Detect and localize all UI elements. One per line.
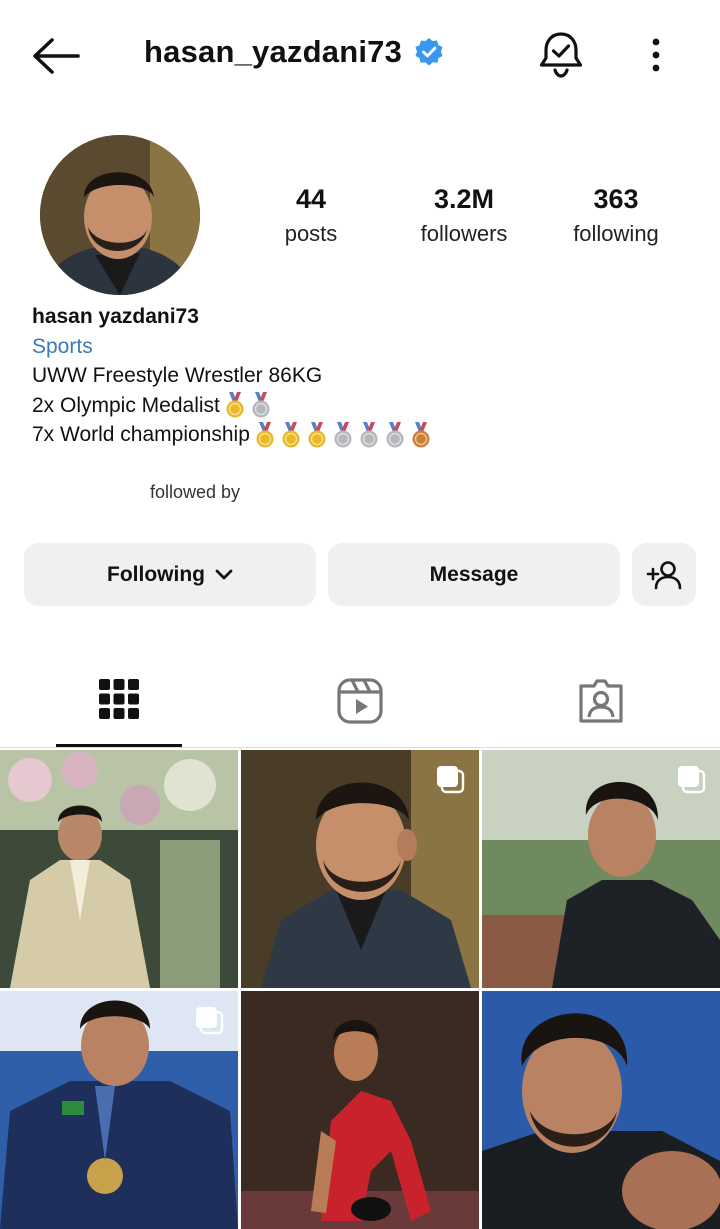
grid-icon[interactable] <box>98 678 140 720</box>
message-button[interactable]: Message <box>328 543 620 606</box>
profile-avatar[interactable] <box>40 135 200 295</box>
message-button-label: Message <box>429 562 519 586</box>
profile-tabs <box>0 660 720 748</box>
bio-line-2-row: 2x Olympic Medalist <box>32 391 434 421</box>
followers-count: 3.2M <box>433 184 495 214</box>
following-stat[interactable]: 363 following <box>546 184 686 247</box>
following-button[interactable]: Following <box>24 543 316 606</box>
gold-medal-icon <box>256 421 274 448</box>
post-image <box>0 750 238 988</box>
gold-medal-icon <box>308 421 326 448</box>
username-title: hasan_yazdani73 <box>144 34 403 69</box>
top-bar: hasan_yazdani73 <box>0 0 720 110</box>
display-name: hasan yazdani73 <box>32 305 199 328</box>
tabs-divider <box>0 747 720 748</box>
notification-bell-icon[interactable] <box>538 30 584 78</box>
post-thumbnail[interactable] <box>482 991 720 1229</box>
profile-bio: hasan yazdani73 Sports UWW Freestyle Wre… <box>32 302 434 450</box>
post-thumbnail[interactable] <box>482 750 720 988</box>
add-person-icon <box>646 560 682 589</box>
post-image <box>241 991 479 1229</box>
back-arrow-icon[interactable] <box>30 36 82 76</box>
gold-medal-icon <box>226 392 244 418</box>
silver-medal-icon <box>386 421 404 448</box>
posts-label: posts <box>284 221 338 246</box>
verified-badge-icon <box>415 38 443 66</box>
carousel-icon <box>678 766 706 794</box>
medal-emojis <box>222 391 274 419</box>
posts-stat[interactable]: 44 posts <box>241 184 381 247</box>
gold-medal-icon <box>282 421 300 448</box>
silver-medal-icon <box>334 421 352 448</box>
followers-stat[interactable]: 3.2M followers <box>394 184 534 247</box>
posts-count: 44 <box>295 184 327 214</box>
post-thumbnail[interactable] <box>241 991 479 1229</box>
category-label: Sports <box>32 334 93 358</box>
post-thumbnail[interactable] <box>0 750 238 988</box>
post-image <box>482 991 720 1229</box>
followed-by-label: followed by <box>150 482 241 502</box>
chevron-down-icon <box>215 569 233 579</box>
tagged-icon[interactable] <box>578 678 624 724</box>
more-options-icon[interactable] <box>644 36 668 76</box>
following-count: 363 <box>593 184 639 214</box>
bronze-medal-icon <box>412 421 430 448</box>
bio-line-3: 7x World championship <box>32 423 250 446</box>
profile-header: hasan_yazdani73 <box>144 34 444 70</box>
carousel-icon <box>196 1007 224 1035</box>
medal-emojis <box>252 421 434 449</box>
post-thumbnail[interactable] <box>241 750 479 988</box>
bio-line-1: UWW Freestyle Wrestler 86KG <box>32 364 323 387</box>
suggested-users-button[interactable] <box>632 543 696 606</box>
following-button-label: Following <box>107 562 205 586</box>
bio-line-2: 2x Olympic Medalist <box>32 393 220 417</box>
silver-medal-icon <box>360 421 378 448</box>
silver-medal-icon <box>252 392 270 418</box>
carousel-icon <box>437 766 465 794</box>
avatar-photo <box>40 135 200 295</box>
following-label: following <box>573 221 659 246</box>
followers-label: followers <box>420 221 508 246</box>
bio-line-3-row: 7x World championship <box>32 420 434 450</box>
followed-by-text[interactable]: followed by <box>150 482 240 503</box>
post-thumbnail[interactable] <box>0 991 238 1229</box>
reels-icon[interactable] <box>337 678 383 724</box>
